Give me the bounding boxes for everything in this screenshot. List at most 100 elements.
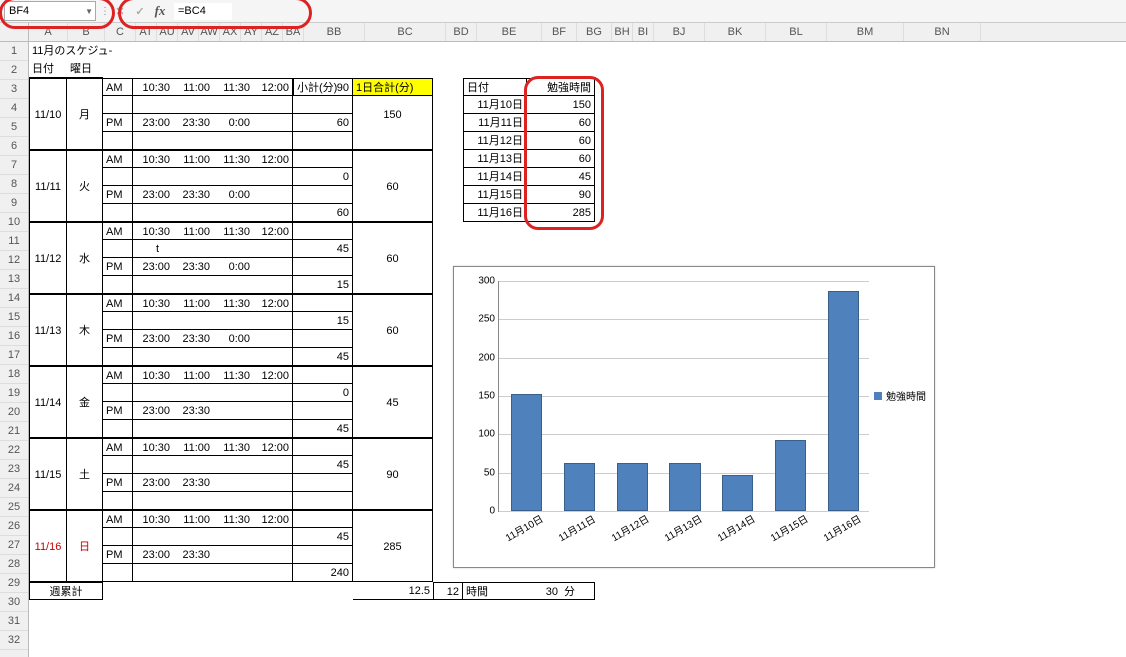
chart-bar[interactable]: [775, 440, 806, 511]
am-time[interactable]: 10:30: [133, 438, 173, 456]
am-time[interactable]: 12:00: [253, 510, 293, 528]
sum-date[interactable]: 11月13日: [463, 150, 527, 168]
cancel-icon[interactable]: ✕: [110, 2, 130, 20]
am-time[interactable]: 10:30: [133, 366, 173, 384]
pm-time[interactable]: [213, 474, 253, 492]
label-am[interactable]: AM: [103, 294, 133, 312]
pm-time[interactable]: [213, 402, 253, 420]
blank[interactable]: [233, 132, 253, 150]
pm-time[interactable]: 23:00: [133, 114, 173, 132]
row-header-15[interactable]: 15: [0, 308, 28, 327]
am-time[interactable]: 12:00: [253, 438, 293, 456]
row-header-4[interactable]: 4: [0, 99, 28, 118]
schedule-date[interactable]: 11/11: [29, 150, 67, 222]
blank[interactable]: [213, 384, 233, 402]
schedule-weekday[interactable]: 月: [67, 78, 103, 150]
blank[interactable]: [173, 456, 193, 474]
day-total[interactable]: 150: [353, 78, 433, 150]
am-time[interactable]: 11:00: [173, 78, 213, 96]
subtotal-cell[interactable]: 0: [293, 168, 353, 186]
blank[interactable]: [133, 420, 153, 438]
blank[interactable]: [193, 348, 213, 366]
subtotal-cell[interactable]: [293, 402, 353, 420]
blank[interactable]: [153, 204, 173, 222]
sum-val[interactable]: 60: [527, 150, 595, 168]
blank[interactable]: [273, 312, 293, 330]
row-header-29[interactable]: 29: [0, 574, 28, 593]
pm-time[interactable]: [253, 546, 293, 564]
blank[interactable]: [103, 96, 133, 114]
chart-bar[interactable]: [564, 463, 595, 511]
day-total[interactable]: 285: [353, 510, 433, 582]
subtotal-cell[interactable]: [293, 438, 353, 456]
blank[interactable]: [213, 312, 233, 330]
blank[interactable]: [173, 276, 193, 294]
blank[interactable]: [233, 420, 253, 438]
blank[interactable]: [273, 564, 293, 582]
column-header-BG[interactable]: BG: [577, 23, 612, 41]
blank[interactable]: [253, 420, 273, 438]
sum-date[interactable]: 11月10日: [463, 96, 527, 114]
blank[interactable]: [273, 348, 293, 366]
label-pm[interactable]: PM: [103, 474, 133, 492]
schedule-weekday[interactable]: 火: [67, 150, 103, 222]
blank[interactable]: [193, 492, 213, 510]
blank[interactable]: [133, 528, 153, 546]
chart-bar[interactable]: [617, 463, 648, 511]
am-time[interactable]: 10:30: [133, 294, 173, 312]
chart-bar[interactable]: [669, 463, 700, 511]
blank[interactable]: [133, 384, 153, 402]
pm-time[interactable]: [253, 330, 293, 348]
blank[interactable]: [173, 312, 193, 330]
blank[interactable]: [213, 96, 233, 114]
blank[interactable]: [133, 240, 153, 258]
blank[interactable]: [253, 384, 273, 402]
blank[interactable]: [193, 564, 213, 582]
label-am[interactable]: AM: [103, 510, 133, 528]
column-header-C[interactable]: C: [105, 23, 136, 41]
blank[interactable]: [213, 420, 233, 438]
blank[interactable]: [153, 96, 173, 114]
blank[interactable]: [253, 456, 273, 474]
blank[interactable]: [213, 204, 233, 222]
subtotal-cell[interactable]: [293, 186, 353, 204]
blank[interactable]: [173, 168, 193, 186]
row-header-24[interactable]: 24: [0, 479, 28, 498]
schedule-weekday[interactable]: 木: [67, 294, 103, 366]
am-time[interactable]: 10:30: [133, 78, 173, 96]
column-header-BJ[interactable]: BJ: [654, 23, 705, 41]
schedule-date[interactable]: 11/12: [29, 222, 67, 294]
am-time[interactable]: 11:00: [173, 438, 213, 456]
pm-time[interactable]: [253, 114, 293, 132]
row-header-2[interactable]: 2: [0, 61, 28, 80]
pm-time[interactable]: [213, 546, 253, 564]
column-header-BH[interactable]: BH: [612, 23, 633, 41]
blank[interactable]: [133, 456, 153, 474]
schedule-date[interactable]: 11/13: [29, 294, 67, 366]
week-hours[interactable]: 12: [433, 582, 463, 600]
blank[interactable]: [273, 96, 293, 114]
am-time[interactable]: 12:00: [253, 222, 293, 240]
row-header-16[interactable]: 16: [0, 327, 28, 346]
sum-date[interactable]: 11月12日: [463, 132, 527, 150]
am-time[interactable]: 11:30: [213, 438, 253, 456]
blank[interactable]: [103, 348, 133, 366]
am-time[interactable]: 12:00: [253, 366, 293, 384]
am-time[interactable]: 11:00: [173, 222, 213, 240]
week-hours-label[interactable]: 時間: [463, 582, 527, 600]
formula-input[interactable]: =BC4: [174, 3, 232, 20]
blank[interactable]: [213, 456, 233, 474]
sum-val[interactable]: 285: [527, 204, 595, 222]
blank[interactable]: [233, 456, 253, 474]
row-header-8[interactable]: 8: [0, 175, 28, 194]
blank[interactable]: [233, 276, 253, 294]
blank[interactable]: [273, 420, 293, 438]
blank[interactable]: [103, 528, 133, 546]
pm-time[interactable]: 23:30: [173, 186, 213, 204]
row-header-17[interactable]: 17: [0, 346, 28, 365]
blank[interactable]: t: [153, 240, 173, 258]
sum-val[interactable]: 60: [527, 132, 595, 150]
am-time[interactable]: 11:30: [213, 78, 253, 96]
pm-time[interactable]: 23:30: [173, 402, 213, 420]
blank[interactable]: [273, 456, 293, 474]
